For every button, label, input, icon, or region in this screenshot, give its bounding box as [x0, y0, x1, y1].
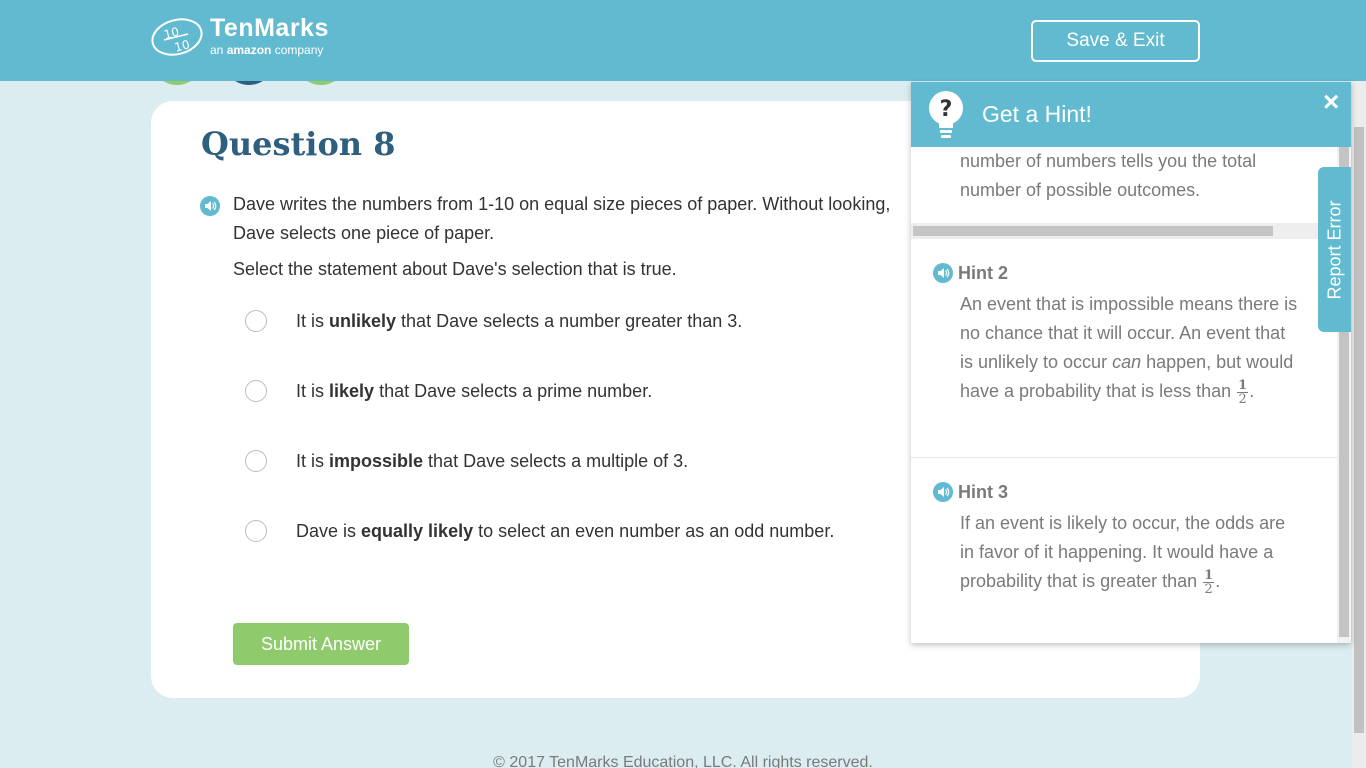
save-exit-button[interactable]: Save & Exit: [1031, 20, 1200, 62]
speaker-icon[interactable]: [933, 482, 953, 502]
hint-item: Hint 2 An event that is impossible means…: [911, 239, 1337, 458]
option-label: Dave is equally likely to select an even…: [296, 520, 835, 541]
hint-label: Hint 3: [958, 482, 1009, 502]
question-prompt: Select the statement about Dave's select…: [233, 259, 677, 279]
answer-option[interactable]: It is unlikely that Dave selects a numbe…: [245, 310, 742, 332]
logo-icon: 10 10: [151, 18, 203, 56]
hint-panel: ? Get a Hint! × number of numbers tells …: [911, 82, 1351, 643]
tenmarks-logo: 10 10 TenMarks an amazon company: [150, 15, 329, 57]
answer-option[interactable]: It is likely that Dave selects a prime n…: [245, 380, 652, 402]
previous-hint-text: number of numbers tells you the total nu…: [960, 151, 1257, 200]
report-error-label: Report Error: [1324, 199, 1344, 300]
answer-option[interactable]: Dave is equally likely to select an even…: [245, 520, 834, 542]
fraction: 12: [1203, 567, 1215, 597]
page-scrollbar-thumb[interactable]: [1354, 127, 1364, 733]
speaker-icon[interactable]: [200, 196, 220, 216]
radio-button[interactable]: [245, 520, 267, 542]
submit-answer-button[interactable]: Submit Answer: [233, 623, 409, 665]
svg-text:10: 10: [173, 37, 191, 54]
hint-text: An event that is impossible means there …: [960, 294, 1298, 407]
svg-text:?: ?: [940, 97, 953, 122]
footer-copyright: © 2017 TenMarks Education, LLC. All righ…: [493, 754, 873, 768]
option-label: It is likely that Dave selects a prime n…: [296, 380, 653, 401]
report-error-button[interactable]: Report Error: [1318, 167, 1351, 332]
logo-name: TenMarks: [210, 14, 329, 42]
hint-label: Hint 2: [958, 263, 1009, 283]
logo-tagline: an amazon company: [210, 43, 324, 57]
hint-list: number of numbers tells you the total nu…: [911, 147, 1337, 643]
option-label: It is impossible that Dave selects a mul…: [296, 450, 689, 471]
horizontal-scrollbar[interactable]: [911, 223, 1337, 239]
radio-button[interactable]: [245, 450, 267, 472]
answer-option[interactable]: It is impossible that Dave selects a mul…: [245, 450, 688, 472]
speaker-icon[interactable]: [933, 263, 953, 283]
hint-panel-title: Get a Hint!: [982, 101, 1092, 127]
fraction: 12: [1237, 377, 1249, 407]
option-label: It is unlikely that Dave selects a numbe…: [296, 310, 743, 331]
horizontal-scrollbar-thumb[interactable]: [913, 226, 1273, 236]
lightbulb-question-icon: ?: [929, 91, 963, 138]
page-scrollbar[interactable]: [1352, 81, 1366, 768]
radio-button[interactable]: [245, 380, 267, 402]
question-text: Dave writes the numbers from 1-10 on equ…: [233, 194, 891, 243]
hint-item: Hint 3 If an event is likely to occur, t…: [911, 458, 1337, 643]
question-title: Question 8: [201, 125, 396, 163]
hint-text: If an event is likely to occur, the odds…: [960, 513, 1286, 597]
top-bar: 10 10 TenMarks an amazon company Save & …: [0, 0, 1366, 81]
close-icon[interactable]: ×: [1323, 86, 1339, 118]
radio-button[interactable]: [245, 310, 267, 332]
hint-panel-header: ? Get a Hint! ×: [911, 82, 1351, 147]
